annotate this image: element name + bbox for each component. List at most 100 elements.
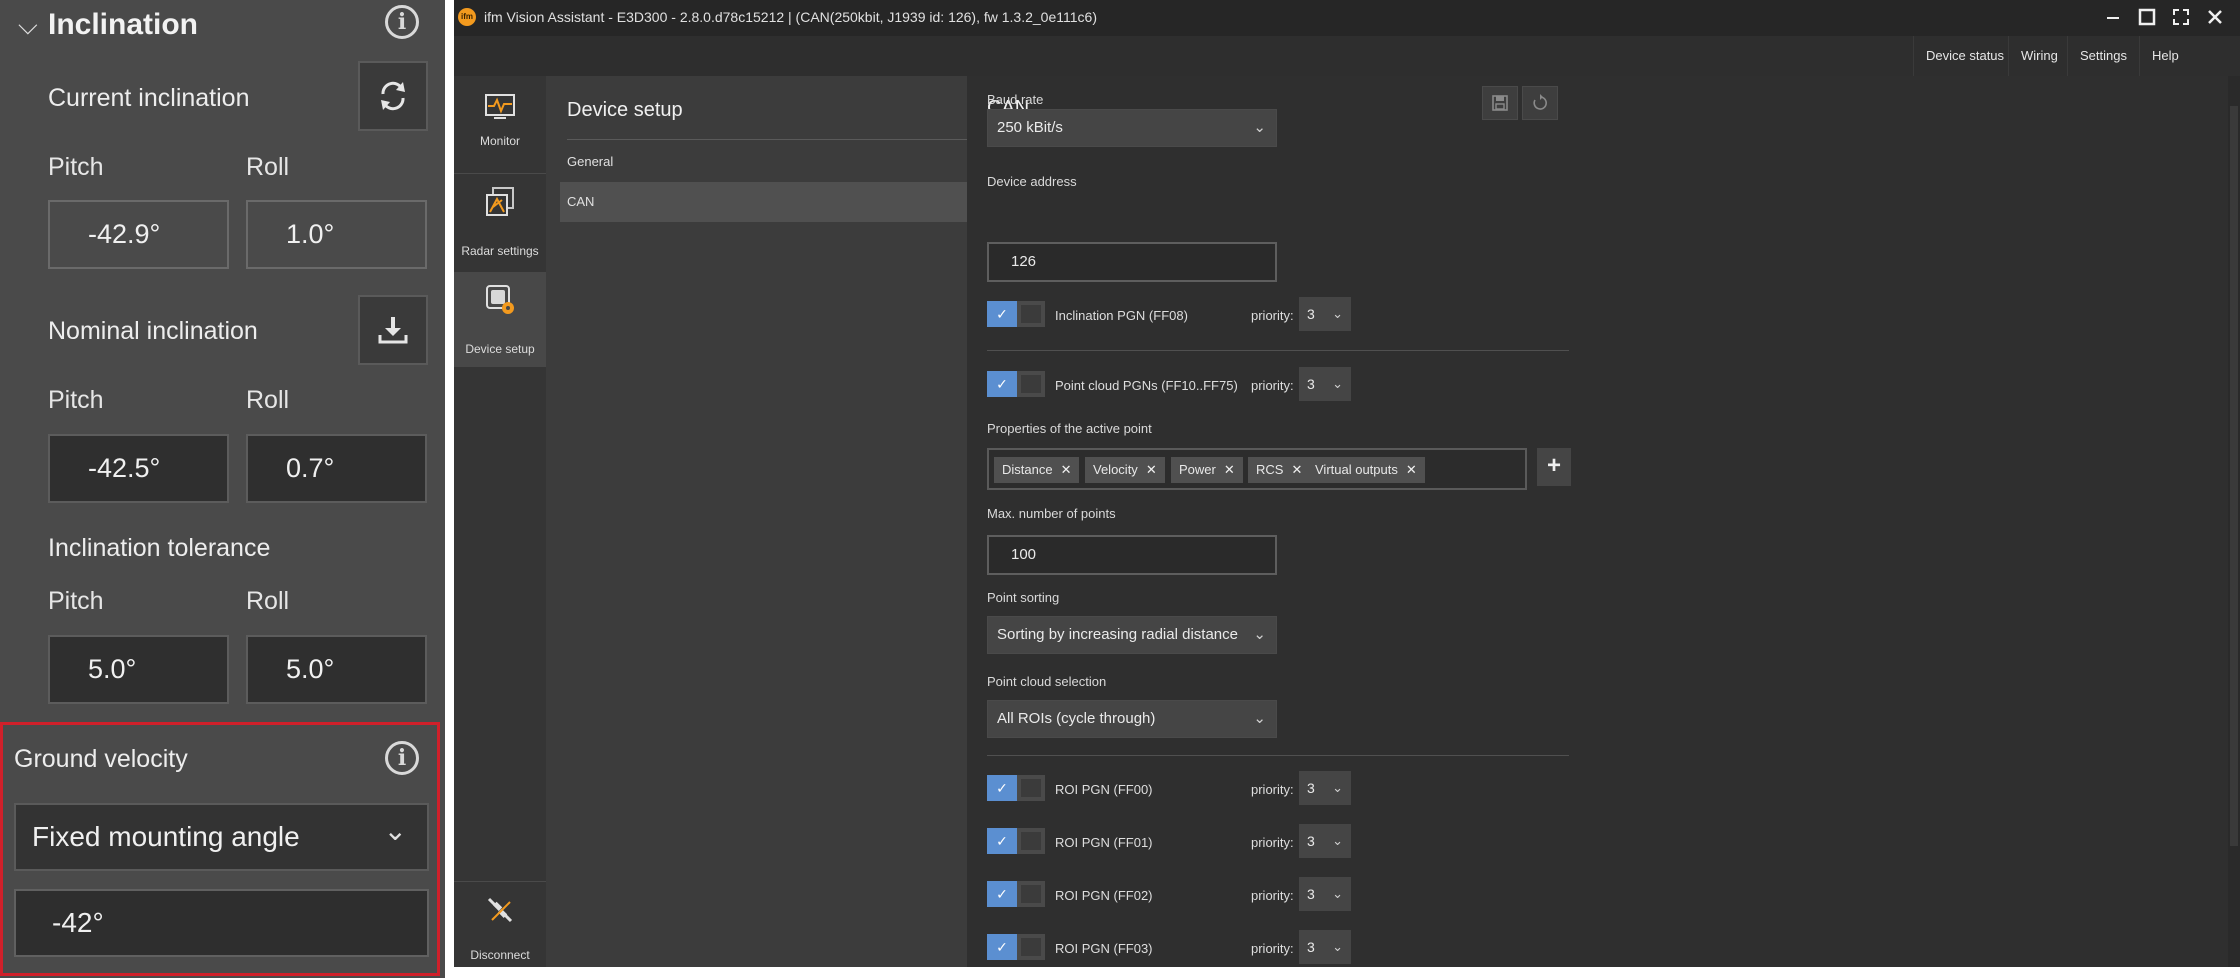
- add-property-button[interactable]: +: [1537, 448, 1571, 486]
- menu-device-status[interactable]: Device status: [1913, 36, 2016, 76]
- vertical-scrollbar[interactable]: [2228, 76, 2240, 967]
- chevron-down-icon: ⌄: [1253, 626, 1266, 643]
- chevron-down-icon: ⌄: [1253, 119, 1266, 136]
- device-setup-icon: [486, 285, 514, 314]
- nav-radar-settings-label: Radar settings: [461, 244, 539, 258]
- nav-disconnect-label: Disconnect: [470, 948, 530, 962]
- point-cloud-selection-value: All ROIs (cycle through): [997, 710, 1156, 727]
- roi-priority-select[interactable]: 3 ⌄: [1299, 771, 1351, 805]
- nav-device-setup-label: Device setup: [465, 342, 535, 356]
- current-pitch-value: -42.9°: [48, 200, 229, 269]
- roi-priority-select[interactable]: 3 ⌄: [1299, 877, 1351, 911]
- point-cloud-pgn-label: Point cloud PGNs (FF10..FF75): [1055, 378, 1238, 393]
- nav-device-setup[interactable]: Device setup: [454, 272, 546, 367]
- info-icon[interactable]: i: [385, 5, 419, 39]
- roi-pgn-label: ROI PGN (FF03): [1055, 941, 1153, 956]
- collapse-chevron-icon[interactable]: ⌵: [18, 10, 38, 42]
- chevron-down-icon: ⌄: [1332, 376, 1343, 391]
- nav-monitor-label: Monitor: [479, 134, 520, 148]
- radar-settings-icon: [486, 187, 514, 216]
- active-point-properties-field[interactable]: Distance ✕ Velocity ✕ Power ✕ RCS ✕ Virtual …: [987, 448, 1527, 490]
- can-settings-panel: CAN Baud rate 250 kBit/s ⌄ Device addres…: [967, 76, 2240, 967]
- priority-value: 3: [1307, 886, 1315, 902]
- window-title: ifm Vision Assistant - E3D300 - 2.8.0.d7…: [484, 9, 1097, 25]
- list-item-general[interactable]: General: [560, 142, 967, 182]
- menu-settings[interactable]: Settings: [2067, 36, 2139, 76]
- remove-icon[interactable]: ✕: [1406, 462, 1417, 477]
- chevron-down-icon: ⌄: [1332, 306, 1343, 321]
- inclination-pgn-toggle[interactable]: ✓: [987, 301, 1045, 327]
- check-icon: ✓: [987, 301, 1017, 327]
- roi-pgn-label: ROI PGN (FF01): [1055, 835, 1153, 850]
- roi-priority-label: priority:: [1251, 888, 1294, 903]
- divider: [567, 139, 967, 140]
- tolerance-roll-label: Roll: [246, 587, 290, 615]
- point-cloud-priority-select[interactable]: 3 ⌄: [1299, 367, 1351, 401]
- device-address-input[interactable]: 126: [987, 242, 1277, 282]
- device-address-label: Device address: [987, 174, 1077, 189]
- point-sorting-value: Sorting by increasing radial distance: [997, 626, 1238, 643]
- nav-disconnect[interactable]: Disconnect: [454, 882, 546, 977]
- minimize-button[interactable]: [2098, 2, 2128, 32]
- nominal-roll-label: Roll: [246, 386, 290, 414]
- remove-icon[interactable]: ✕: [1224, 462, 1235, 477]
- divider: [987, 350, 1569, 351]
- remove-icon[interactable]: ✕: [1061, 462, 1072, 477]
- point-sorting-select[interactable]: Sorting by increasing radial distance ⌄: [987, 616, 1277, 654]
- scrollbar-thumb[interactable]: [2230, 106, 2238, 846]
- nav-monitor[interactable]: Monitor: [454, 76, 546, 171]
- list-item-can[interactable]: CAN: [560, 182, 967, 222]
- fullscreen-button[interactable]: [2166, 2, 2196, 32]
- roi-pgn-toggle[interactable]: ✓: [987, 775, 1045, 801]
- point-cloud-selection-label: Point cloud selection: [987, 674, 1107, 689]
- remove-icon[interactable]: ✕: [1146, 462, 1157, 477]
- max-points-label: Max. number of points: [987, 506, 1116, 521]
- nav-radar-settings[interactable]: Radar settings: [454, 174, 546, 269]
- baud-rate-select[interactable]: 250 kBit/s ⌄: [987, 109, 1277, 147]
- chevron-down-icon: ⌄: [1253, 710, 1266, 727]
- menu-help[interactable]: Help: [2139, 36, 2191, 76]
- toggle-track: [1021, 305, 1041, 323]
- nominal-pitch-value[interactable]: -42.5°: [48, 434, 229, 503]
- inclination-title: Inclination: [48, 8, 198, 41]
- toggle-track: [1021, 375, 1041, 393]
- roi-priority-select[interactable]: 3 ⌄: [1299, 824, 1351, 858]
- roi-pgn-toggle[interactable]: ✓: [987, 828, 1045, 854]
- reset-icon: [1533, 94, 1547, 110]
- priority-value: 3: [1307, 306, 1315, 322]
- device-setup-title: Device setup: [567, 99, 683, 121]
- reset-button[interactable]: [1522, 86, 1558, 120]
- close-icon: [2208, 10, 2222, 24]
- fullscreen-icon: [2173, 9, 2189, 25]
- save-button[interactable]: [1482, 86, 1518, 120]
- max-points-input[interactable]: 100: [987, 535, 1277, 575]
- baud-rate-value: 250 kBit/s: [997, 119, 1063, 136]
- roi-pgn-toggle[interactable]: ✓: [987, 934, 1045, 960]
- tolerance-pitch-value[interactable]: 5.0°: [48, 635, 229, 704]
- nominal-roll-value[interactable]: 0.7°: [246, 434, 427, 503]
- refresh-button[interactable]: [358, 61, 428, 131]
- menu-wiring[interactable]: Wiring: [2008, 36, 2070, 76]
- roi-pgn-toggle[interactable]: ✓: [987, 881, 1045, 907]
- divider: [987, 755, 1569, 756]
- monitor-icon: [485, 94, 515, 119]
- disconnect-icon: [487, 897, 513, 923]
- close-button[interactable]: [2200, 2, 2230, 32]
- toggle-track: [1021, 885, 1041, 903]
- minimize-icon: [2107, 17, 2119, 19]
- point-cloud-selection-select[interactable]: All ROIs (cycle through) ⌄: [987, 700, 1277, 738]
- icon-sidebar: Monitor Radar settings Device setup Disc…: [454, 76, 546, 967]
- inclination-priority-select[interactable]: 3 ⌄: [1299, 297, 1351, 331]
- set-nominal-button[interactable]: [358, 295, 428, 365]
- inclination-tolerance-label: Inclination tolerance: [48, 534, 271, 562]
- point-cloud-priority-label: priority:: [1251, 378, 1294, 393]
- point-cloud-pgn-toggle[interactable]: ✓: [987, 371, 1045, 397]
- current-roll-label: Roll: [246, 153, 290, 181]
- remove-icon[interactable]: ✕: [1291, 462, 1302, 477]
- save-icon: [1492, 95, 1508, 111]
- toggle-track: [1021, 832, 1041, 850]
- maximize-button[interactable]: [2132, 2, 2162, 32]
- roi-priority-select[interactable]: 3 ⌄: [1299, 930, 1351, 964]
- tolerance-roll-value[interactable]: 5.0°: [246, 635, 427, 704]
- check-icon: ✓: [987, 881, 1017, 907]
